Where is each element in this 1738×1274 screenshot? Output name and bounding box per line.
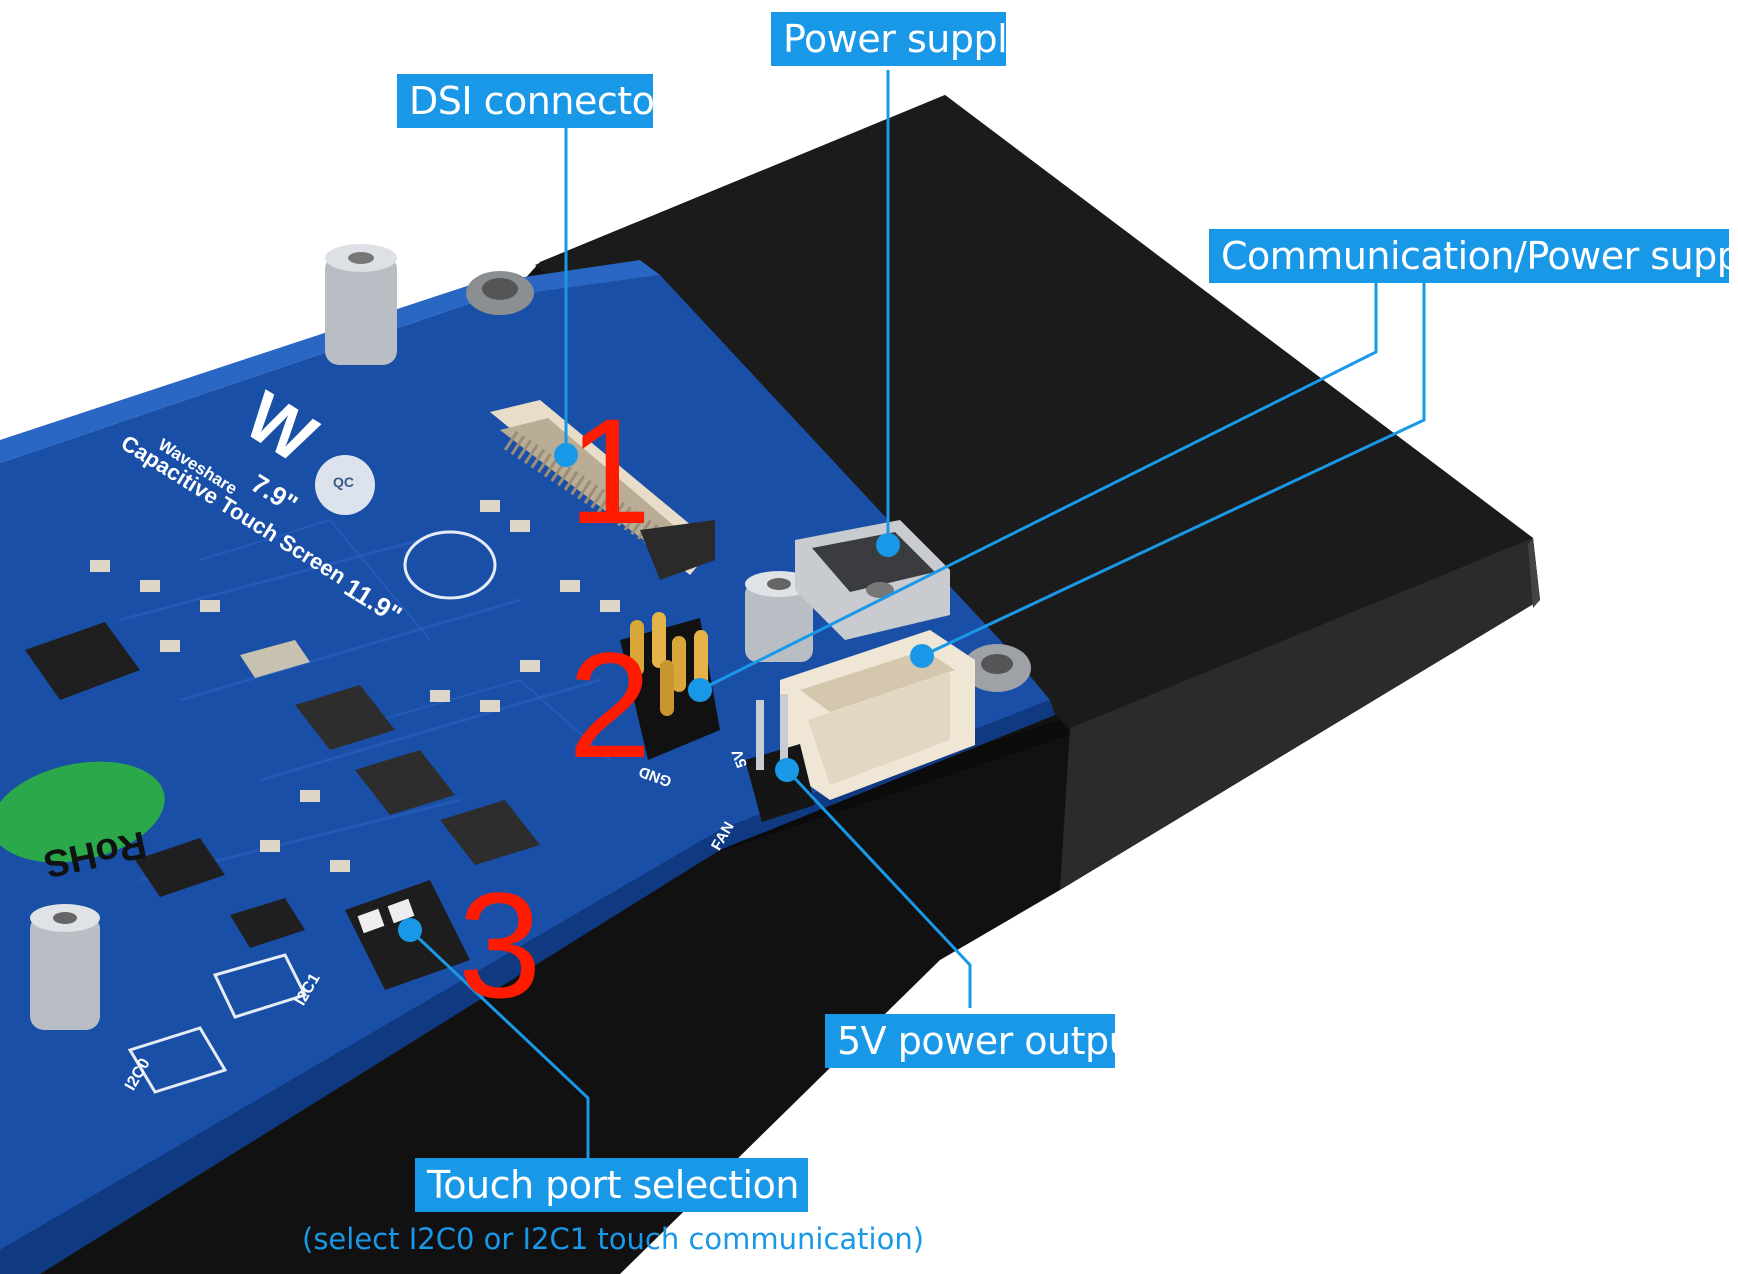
standoff-bottom-left	[30, 904, 100, 1030]
callout-5v-output: 5V power output	[825, 1014, 1147, 1068]
qc-label: QC	[333, 474, 354, 490]
marker-2: 2	[568, 621, 652, 789]
standoff-top-left	[325, 244, 397, 365]
marker-1: 1	[568, 387, 652, 555]
callout-dsi-connector: DSI connector	[397, 74, 670, 128]
standoff-top	[466, 271, 534, 315]
callout-power-supply: Power supply	[771, 12, 1030, 66]
product-illustration: W	[0, 70, 1540, 1274]
callout-communication-power: Communication/Power supply	[1209, 229, 1738, 283]
callout-touch-port: Touch port selection	[415, 1158, 808, 1212]
marker-3: 3	[458, 861, 542, 1029]
touch-port-note: (select I2C0 or I2C1 touch communication…	[302, 1222, 925, 1256]
